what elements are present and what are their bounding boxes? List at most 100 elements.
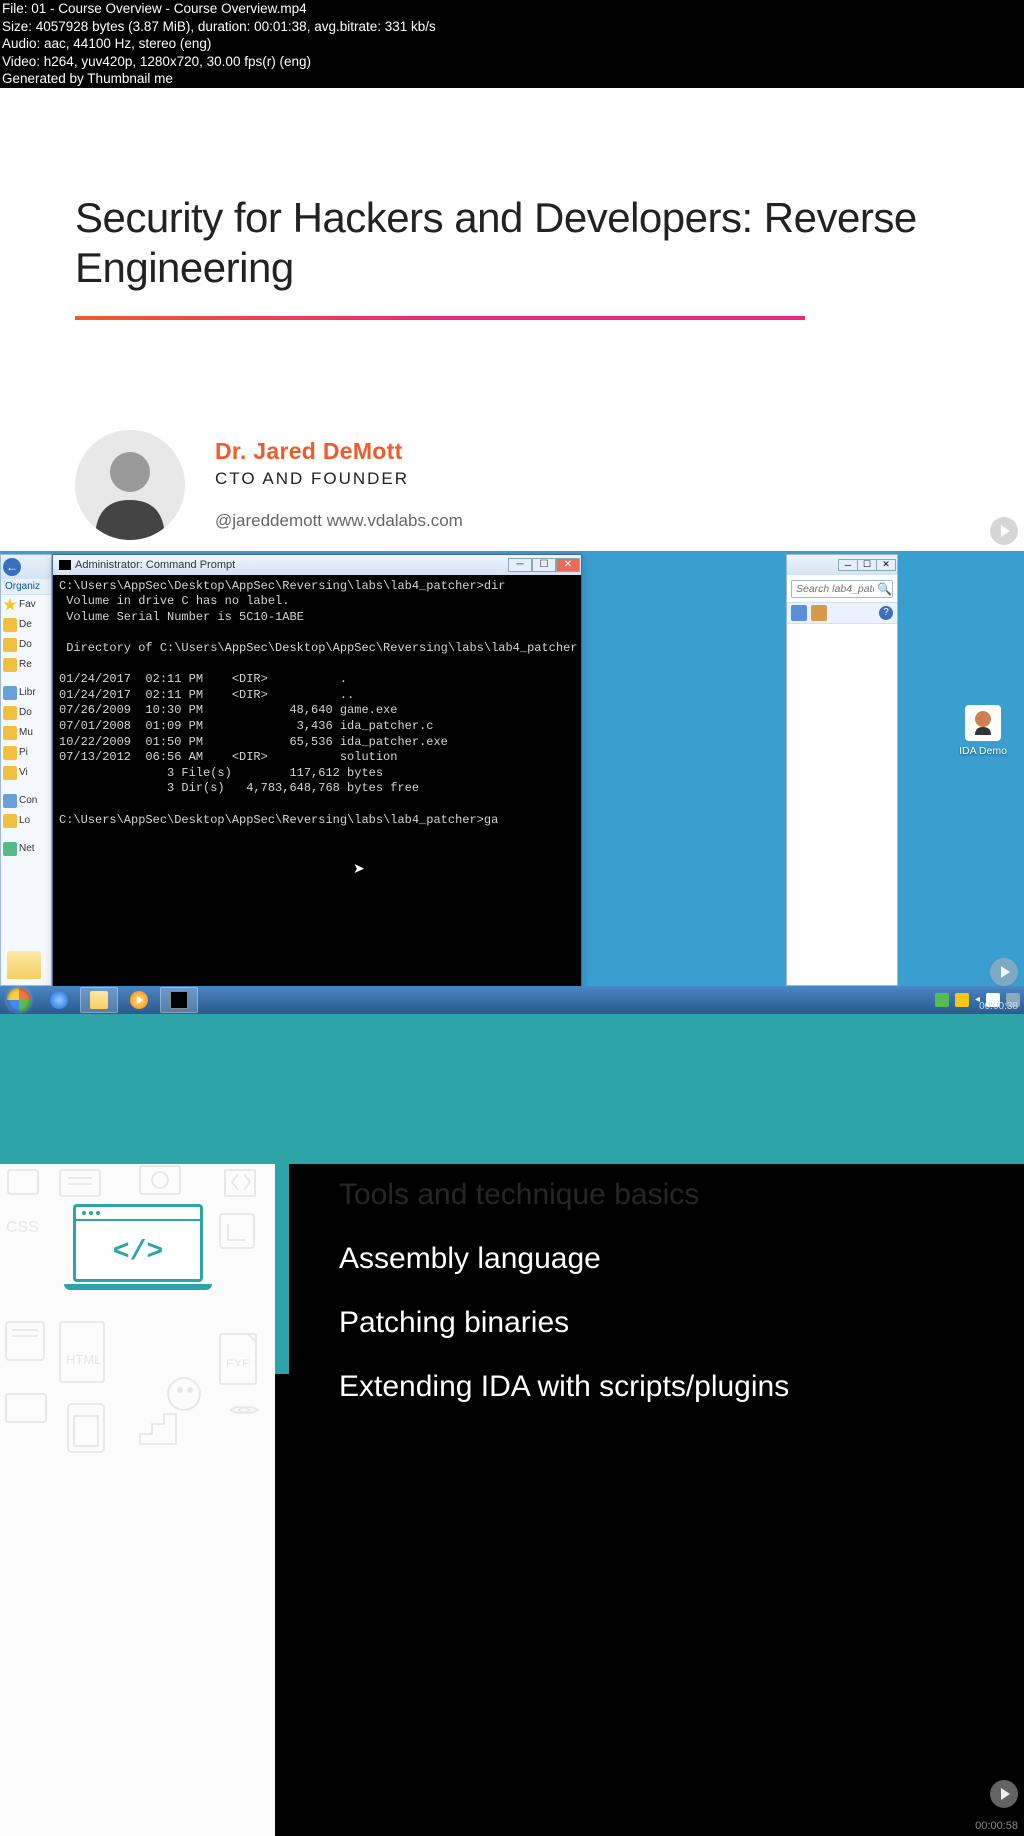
timestamp-2: 00:00:38 [979, 1001, 1018, 1012]
tray-icon[interactable] [955, 993, 969, 1007]
author-row: Dr. Jared DeMott CTO AND FOUNDER @jaredd… [75, 430, 949, 540]
organize-button[interactable]: Organiz [1, 579, 51, 595]
teal-border [275, 1164, 289, 1374]
explorer-titlebar[interactable]: ─ ☐ ✕ [787, 555, 897, 575]
folder-icon [3, 638, 17, 652]
computer-node[interactable]: Con [1, 791, 51, 811]
maximize-button[interactable]: ☐ [857, 559, 877, 571]
maximize-button[interactable]: ☐ [532, 558, 556, 572]
tree-item[interactable]: Vi [1, 763, 51, 783]
ie-icon [50, 991, 68, 1009]
meta-generated: Generated by Thumbnail me [2, 70, 1022, 88]
cmd-icon [59, 560, 71, 570]
drive-icon [3, 814, 17, 828]
folder-icon [3, 618, 17, 632]
close-button[interactable]: ✕ [556, 558, 580, 572]
cmd-output: C:\Users\AppSec\Desktop\AppSec\Reversing… [53, 575, 581, 833]
help-icon[interactable]: ? [879, 606, 893, 620]
tree-item[interactable]: Re [1, 655, 51, 675]
folder-icon [3, 658, 17, 672]
view-icon[interactable] [791, 605, 807, 621]
author-handle: @jareddemott www.vdalabs.com [215, 511, 463, 531]
left-panel-bottom [0, 1366, 275, 1836]
library-icon [3, 686, 17, 700]
svg-text:CSS: CSS [6, 1219, 39, 1236]
explorer-nav: ← [1, 555, 51, 579]
back-button[interactable]: ← [3, 558, 21, 576]
folder-icon [3, 746, 17, 760]
timestamp-3: 00:00:58 [975, 1820, 1018, 1832]
topic-item: Extending IDA with scripts/plugins [339, 1370, 974, 1404]
metadata-header: File: 01 - Course Overview - Course Over… [0, 0, 1024, 88]
cmd-title: Administrator: Command Prompt [59, 559, 235, 571]
explorer-toolbar: ? [787, 602, 897, 624]
start-button[interactable] [0, 986, 38, 1014]
taskbar-cmd[interactable] [160, 987, 198, 1013]
network-node[interactable]: Net [1, 839, 51, 859]
course-title: Security for Hackers and Developers: Rev… [75, 193, 949, 294]
tree-item[interactable]: De [1, 615, 51, 635]
tree-item[interactable]: Do [1, 635, 51, 655]
topic-item: Tools and technique basics [339, 1178, 974, 1212]
folder-icon [3, 706, 17, 720]
topic-item: Assembly language [339, 1242, 974, 1276]
play-icon[interactable] [990, 1780, 1018, 1808]
search-box[interactable]: 🔍 [791, 579, 893, 598]
explorer-right-window[interactable]: ─ ☐ ✕ 🔍 ? [786, 554, 898, 986]
topics-panel: Tools and technique basics Assembly lang… [289, 1164, 1024, 1479]
thumbnail-3: CSS HTML EXE </> Tools and technique bas… [0, 1014, 1024, 1836]
thumbnail-1: Security for Hackers and Developers: Rev… [0, 88, 1024, 551]
meta-file: File: 01 - Course Overview - Course Over… [2, 0, 1022, 18]
cmd-icon [170, 991, 188, 1009]
code-glyph: </> [76, 1237, 200, 1268]
topic-item: Patching binaries [339, 1306, 974, 1340]
tray-icon[interactable] [935, 993, 949, 1007]
taskbar-wmp[interactable] [120, 987, 158, 1013]
mouse-cursor-icon: ➤ [353, 860, 365, 877]
play-icon [137, 996, 143, 1004]
meta-audio: Audio: aac, 44100 Hz, stereo (eng) [2, 35, 1022, 53]
minimize-button[interactable]: ─ [838, 559, 858, 571]
folder-icon [3, 726, 17, 740]
taskbar-explorer[interactable] [80, 987, 118, 1013]
meta-size: Size: 4057928 bytes (3.87 MiB), duration… [2, 18, 1022, 36]
windows-logo-icon [7, 988, 31, 1012]
computer-icon [3, 794, 17, 808]
libraries-node[interactable]: Libr [1, 683, 51, 703]
svg-text:HTML: HTML [66, 1352, 101, 1367]
folder-icon [3, 766, 17, 780]
folder-preview-icon [7, 951, 41, 979]
cmd-titlebar[interactable]: Administrator: Command Prompt ─ ☐ ✕ [53, 555, 581, 575]
view-icon[interactable] [811, 605, 827, 621]
teal-banner [0, 1014, 1024, 1164]
minimize-button[interactable]: ─ [508, 558, 532, 572]
taskbar-ie[interactable] [40, 987, 78, 1013]
thumbnail-2: ← Organiz Fav De Do Re Libr Do Mu Pi Vi … [0, 551, 1024, 1014]
author-title: CTO AND FOUNDER [215, 469, 463, 489]
search-icon[interactable]: 🔍 [877, 582, 889, 594]
star-icon [3, 598, 17, 612]
explorer-left-window[interactable]: ← Organiz Fav De Do Re Libr Do Mu Pi Vi … [0, 554, 52, 986]
laptop-icon: </> [64, 1204, 212, 1296]
close-button[interactable]: ✕ [876, 559, 896, 571]
ida-desktop-icon[interactable]: IDA Demo [958, 705, 1008, 757]
author-avatar [75, 430, 185, 540]
background-pattern [0, 1366, 275, 1836]
command-prompt-window[interactable]: Administrator: Command Prompt ─ ☐ ✕ C:\U… [52, 554, 582, 988]
system-tray[interactable]: ◂ 00:00:38 [935, 993, 1020, 1007]
author-info: Dr. Jared DeMott CTO AND FOUNDER @jaredd… [215, 438, 463, 531]
taskbar[interactable]: ◂ 00:00:38 [0, 986, 1024, 1014]
play-icon[interactable] [990, 517, 1018, 545]
play-icon[interactable] [990, 958, 1018, 986]
author-name: Dr. Jared DeMott [215, 438, 463, 465]
tree-item[interactable]: Lo [1, 811, 51, 831]
tree-item[interactable]: Do [1, 703, 51, 723]
desktop-icon-label: IDA Demo [958, 745, 1008, 757]
ida-icon [965, 705, 1001, 741]
tree-item[interactable]: Mu [1, 723, 51, 743]
favorites-node[interactable]: Fav [1, 595, 51, 615]
explorer-icon [90, 991, 108, 1009]
tree-item[interactable]: Pi [1, 743, 51, 763]
meta-video: Video: h264, yuv420p, 1280x720, 30.00 fp… [2, 53, 1022, 71]
network-icon [3, 842, 17, 856]
